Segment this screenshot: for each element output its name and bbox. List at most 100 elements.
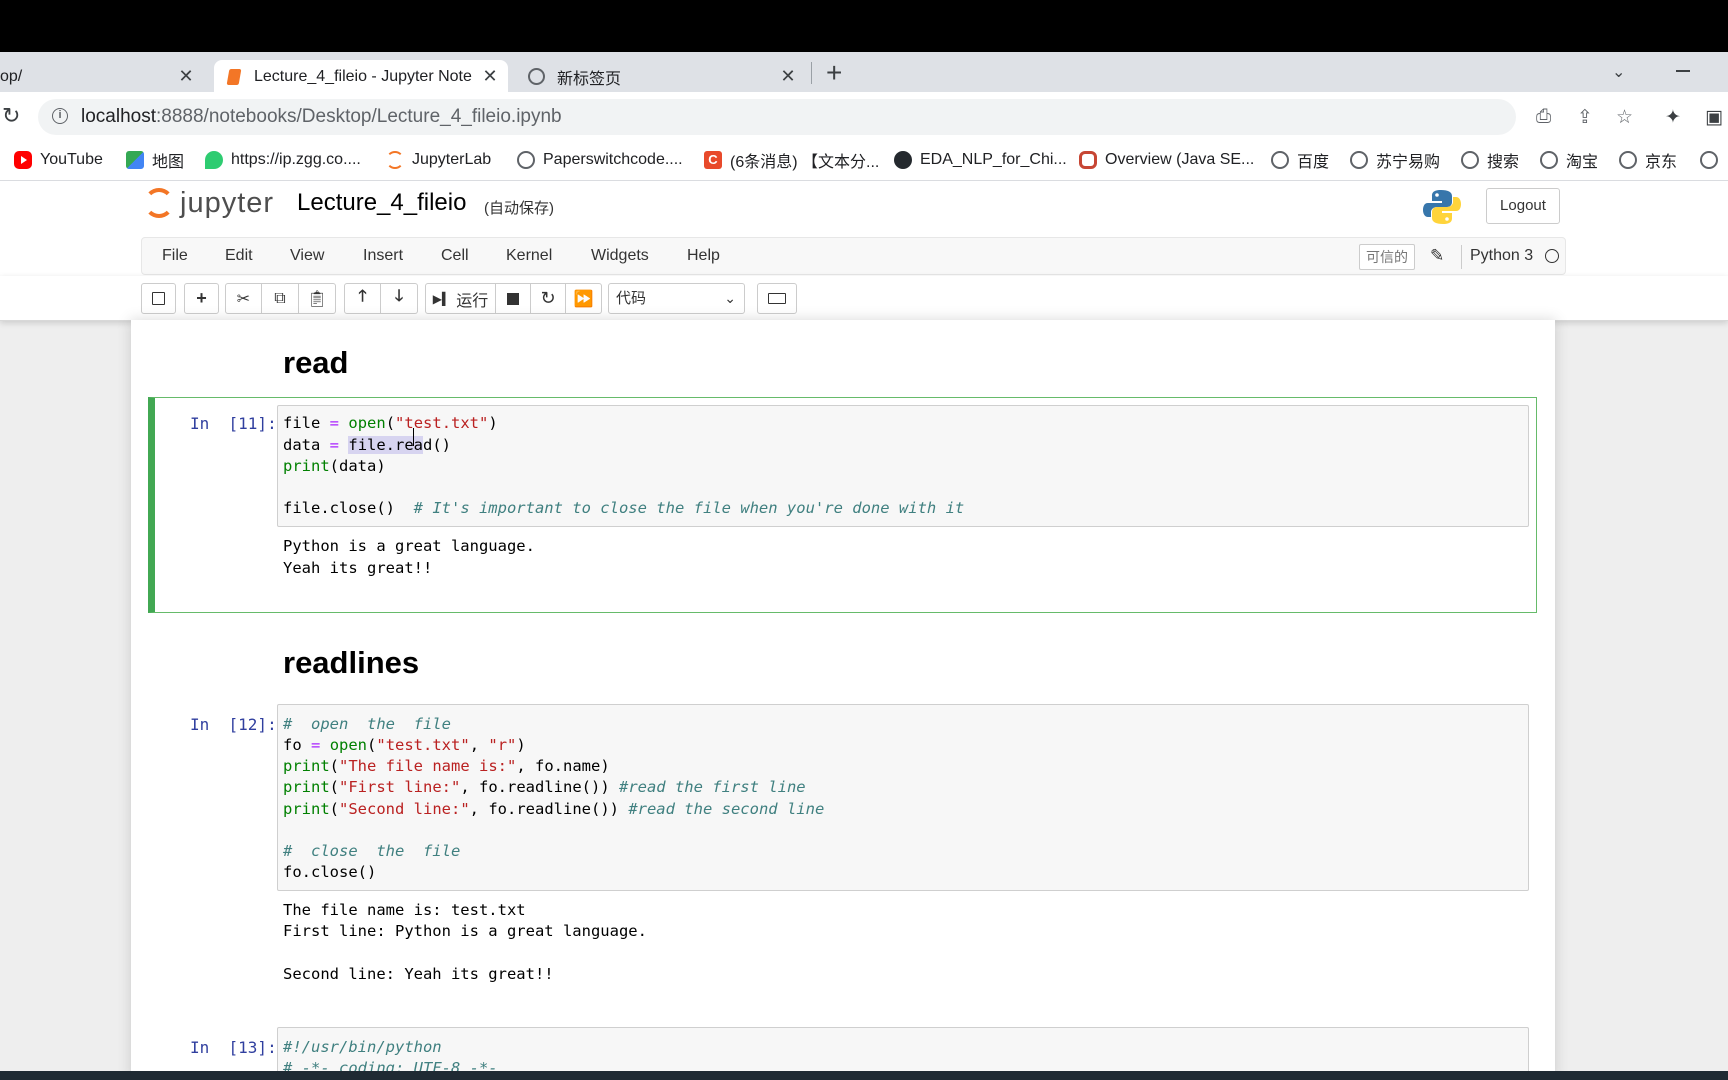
bookmark-star-icon[interactable]: ☆ <box>1616 106 1633 129</box>
new-tab-button[interactable]: + <box>826 58 842 88</box>
globe-icon <box>1540 151 1558 169</box>
kernel-name[interactable]: Python 3 <box>1470 247 1533 265</box>
trusted-badge[interactable]: 可信的 <box>1359 244 1415 270</box>
menu-cell[interactable]: Cell <box>441 247 469 265</box>
close-icon[interactable]: ✕ <box>778 66 798 87</box>
text-cursor <box>413 428 414 446</box>
code-line: # close the file <box>283 842 461 860</box>
window-minimize-button[interactable] <box>1676 70 1690 72</box>
menu-widgets[interactable]: Widgets <box>591 247 649 265</box>
save-icon <box>152 292 165 305</box>
kernel-divider <box>1461 245 1462 269</box>
tab-search-chevron-icon[interactable]: ⌄ <box>1612 62 1625 82</box>
step-forward-icon: ▶▍ <box>432 291 452 306</box>
code-line: file = open("test.txt") <box>283 414 498 432</box>
code-line: data = file.read() <box>283 436 452 454</box>
menu-insert[interactable]: Insert <box>363 247 403 265</box>
bookmark-overflow[interactable] <box>1700 148 1726 172</box>
translate-icon[interactable]: ⎙ <box>1536 106 1551 128</box>
bookmark-csdn[interactable]: C (6条消息) 【文本分... <box>704 148 879 172</box>
globe-icon <box>1271 151 1289 169</box>
autosave-status: (自动保存) <box>484 200 554 217</box>
reload-icon[interactable]: ↻ <box>2 103 20 129</box>
globe-icon <box>1461 151 1479 169</box>
code-line: print("Second line:", fo.readline()) #re… <box>283 800 825 818</box>
menu-view[interactable]: View <box>290 247 324 265</box>
bookmark-taobao[interactable]: 淘宝 <box>1540 148 1598 172</box>
oracle-icon <box>1079 151 1097 169</box>
code-line: print(data) <box>283 457 386 475</box>
tab-desktop[interactable]: op/ ✕ <box>0 60 208 93</box>
bookmark-suning[interactable]: 苏宁易购 <box>1350 148 1440 172</box>
code-line: #!/usr/bin/python <box>283 1038 442 1056</box>
interrupt-button[interactable] <box>496 283 531 314</box>
menu-kernel[interactable]: Kernel <box>506 247 552 265</box>
run-label: 运行 <box>456 292 489 310</box>
globe-icon <box>1350 151 1368 169</box>
restart-button[interactable]: ↻ <box>531 283 566 314</box>
fast-forward-icon: ⏩ <box>573 290 594 308</box>
paste-icon: 📋︎ <box>306 290 328 308</box>
bookmark-jd[interactable]: 京东 <box>1619 148 1677 172</box>
menu-help[interactable]: Help <box>687 247 720 265</box>
heading-read[interactable]: read <box>283 345 348 381</box>
notebook-name[interactable]: Lecture_4_fileio <box>297 189 466 217</box>
tab-separator <box>811 62 812 84</box>
bookmark-search[interactable]: 搜索 <box>1461 148 1519 172</box>
move-up-button[interactable]: 🡑 <box>344 283 381 314</box>
jupyter-logo-icon[interactable] <box>144 188 174 218</box>
side-panel-icon[interactable]: ▣ <box>1705 106 1723 129</box>
close-icon[interactable]: ✕ <box>480 66 500 87</box>
code-line: # open the file <box>283 715 451 733</box>
bookmark-paperswithcode[interactable]: Paperswitchcode.... <box>517 148 683 172</box>
github-icon <box>894 151 912 169</box>
code-line: print("First line:", fo.readline()) #rea… <box>283 778 806 796</box>
insert-cell-button[interactable]: + <box>184 283 219 314</box>
move-down-button[interactable]: 🡓 <box>381 283 418 314</box>
cut-button[interactable]: ✂ <box>225 283 262 314</box>
restart-run-all-button[interactable]: ⏩ <box>566 283 602 314</box>
tab-lecture-notebook[interactable]: Lecture_4_fileio - Jupyter Note ✕ <box>214 60 508 93</box>
command-palette-button[interactable] <box>757 283 797 314</box>
globe-icon <box>1700 151 1718 169</box>
edit-mode-pencil-icon: ✎ <box>1430 246 1445 265</box>
copy-icon: ⧉ <box>274 289 286 307</box>
youtube-icon <box>14 151 32 169</box>
menubar <box>141 237 1566 275</box>
menu-file[interactable]: File <box>162 247 188 265</box>
bookmark-github-eda[interactable]: EDA_NLP_for_Chi... <box>894 148 1067 172</box>
bookmark-youtube[interactable]: YouTube <box>14 148 103 172</box>
close-icon[interactable]: ✕ <box>176 66 196 87</box>
heading-readlines[interactable]: readlines <box>283 645 419 681</box>
arrow-up-icon: 🡑 <box>358 288 367 305</box>
site-info-icon[interactable]: i <box>52 108 68 124</box>
green-leaf-icon <box>205 151 223 169</box>
extensions-icon[interactable]: ✦ <box>1665 106 1681 129</box>
menu-edit[interactable]: Edit <box>225 247 253 265</box>
output-line: Python is a great language. <box>283 537 535 555</box>
bookmark-maps[interactable]: 地图 <box>126 148 184 172</box>
tab-new-tab-page[interactable]: 新标签页 ✕ <box>526 60 806 93</box>
jupyter-logo-text[interactable]: jupyter <box>180 187 274 220</box>
logout-button[interactable]: Logout <box>1486 188 1560 224</box>
run-button[interactable]: ▶▍ 运行 <box>425 283 496 314</box>
cell-prompt: In [12]: <box>190 715 277 734</box>
save-button[interactable] <box>141 283 176 314</box>
code-input-area[interactable] <box>277 704 1529 891</box>
share-icon[interactable]: ⇪ <box>1577 106 1593 129</box>
code-line: fo = open("test.txt", "r") <box>283 736 526 754</box>
cell-type-select[interactable]: 代码 ⌄ <box>608 283 745 314</box>
code-line: print("The file name is:", fo.name) <box>283 757 610 775</box>
paste-button[interactable]: 📋︎ <box>299 283 336 314</box>
cell-prompt: In [13]: <box>190 1038 277 1057</box>
bookmark-baidu[interactable]: 百度 <box>1271 148 1329 172</box>
kernel-status-icon <box>1545 249 1559 263</box>
tab-label: 新标签页 <box>557 70 622 88</box>
globe-icon <box>1619 151 1637 169</box>
bookmark-java-overview[interactable]: Overview (Java SE... <box>1079 148 1254 172</box>
bookmark-jupyterlab[interactable]: JupyterLab <box>386 148 491 172</box>
plus-icon: + <box>196 288 207 308</box>
url-text[interactable]: localhost:8888/notebooks/Desktop/Lecture… <box>81 106 562 128</box>
bookmark-ip-zgg[interactable]: https://ip.zgg.co.... <box>205 148 361 172</box>
copy-button[interactable]: ⧉ <box>262 283 299 314</box>
